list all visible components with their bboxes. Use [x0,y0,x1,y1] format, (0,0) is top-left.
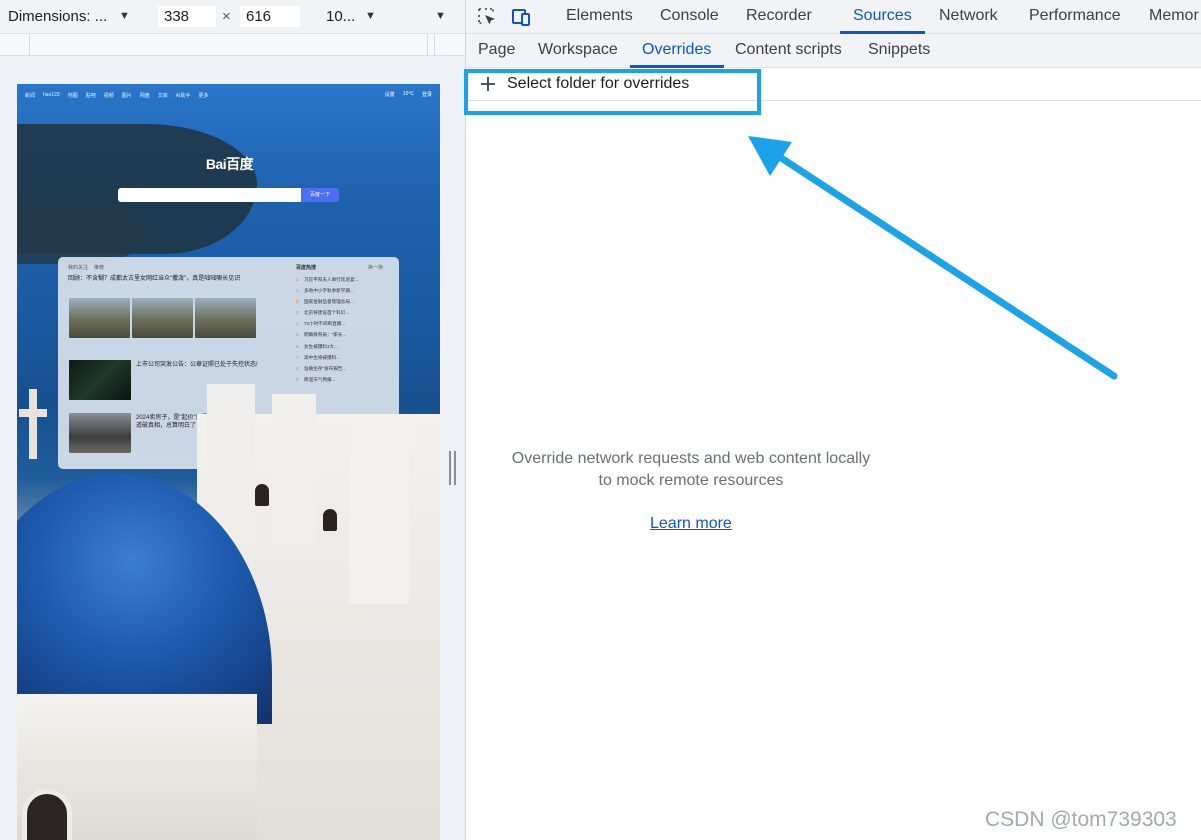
width-input[interactable]: 338 [158,6,216,27]
subtab-page[interactable]: Page [478,41,515,59]
hot-search-text: 女生被爆料3大... [304,343,338,349]
subtab-content-scripts[interactable]: Content scripts [735,41,842,59]
cross-shape [29,389,37,459]
nav-item[interactable]: 文库 [158,92,168,99]
feed-tab[interactable]: 我的关注 [68,264,88,271]
baidu-user-nav: 设置 10℃ 登录 [385,91,432,98]
tab-console[interactable]: Console [660,7,719,25]
feed-tab[interactable]: 推荐 [94,264,104,271]
hot-search-item[interactable]: 9 降温天气预报... [296,374,388,385]
tab-elements[interactable]: Elements [566,7,633,25]
more-options-caret-icon[interactable]: ▼ [435,10,446,22]
hot-search-text: 降温天气预报... [304,376,336,382]
island-shape [17,204,147,264]
bell-tower [349,414,409,604]
nav-item[interactable]: 视频 [104,92,114,99]
zoom-caret-icon[interactable]: ▼ [365,10,376,22]
feed-tabs: 我的关注 推荐 [68,264,104,271]
news-image [195,298,256,338]
height-input[interactable]: 616 [240,6,300,27]
overrides-empty-message: Override network requests and web conten… [490,448,892,492]
tab-sources[interactable]: Sources [853,7,912,25]
hot-search-item[interactable]: 8 准确生存"发布报告... [296,363,388,374]
subtab-overrides[interactable]: Overrides [642,41,711,59]
bell-tower [272,394,316,544]
resize-handle[interactable] [449,451,456,485]
device-toolbar-icon[interactable] [510,6,532,28]
hot-search-text: 明确教育局："家长... [304,332,347,338]
login-link[interactable]: 登录 [422,91,432,98]
news-image [69,298,130,338]
baidu-search-button[interactable]: 百度一下 [301,188,339,202]
baidu-top-nav: 新闻 hao123 地图 贴吧 视频 图片 网盘 文库 AI助手 更多 [17,84,440,106]
device-toolbar: Dimensions: ... ▼ 338 × 616 10... ▼ ▼ [0,0,465,34]
tab-recorder[interactable]: Recorder [746,7,812,25]
emulated-page-viewport[interactable]: 新闻 hao123 地图 贴吧 视频 图片 网盘 文库 AI助手 更多 设置 1… [17,84,440,840]
news-thumbnail[interactable] [69,413,131,453]
hot-search-item[interactable]: 5 明确教育局："家长... [296,329,388,340]
cross-shape [19,409,47,417]
hot-search-item[interactable]: 6 女生被爆料3大... [296,341,388,352]
nav-item[interactable]: 贴吧 [86,92,96,99]
baidu-search-input[interactable] [118,188,301,202]
hot-search-item[interactable]: 7 高中生将被爆料... [296,352,388,363]
hot-search-text: 72小时不间断直播... [304,321,346,327]
dimensions-dropdown[interactable]: Dimensions: ... [8,8,107,25]
tab-memory[interactable]: Memor [1149,7,1199,25]
annotation-highlight-box [464,69,761,115]
hot-refresh-link[interactable]: 换一换 [368,264,383,271]
hot-search-text: 高中生将被爆料... [304,354,340,360]
hot-search-text: 多地中小学秋季新学期... [304,288,354,294]
arched-window [22,789,72,840]
nav-item[interactable]: 地图 [68,92,78,99]
bell-shape [255,484,269,506]
nav-item[interactable]: 图片 [122,92,132,99]
hot-search-text: 国家金融监督管理总局... [304,299,354,305]
tab-network[interactable]: Network [939,7,998,25]
feed-headline[interactable]: 回顾：不含糊？成都太古里女网红当众"撒泼"，真是咄咄嘛长见识 [68,275,258,283]
bell-shape [323,509,337,531]
device-emulation-pane: Dimensions: ... ▼ 338 × 616 10... ▼ ▼ 新闻… [0,0,465,840]
nav-item[interactable]: 更多 [199,92,209,99]
hot-search-item[interactable]: 1 多地中小学秋季新学期... [296,285,388,296]
hot-search-title: 百度热搜 [296,265,317,271]
watermark: CSDN @tom739303 [985,808,1177,831]
ruler-tick [427,34,428,56]
media-query-bar [0,34,465,56]
empty-message-line: Override network requests and web conten… [511,450,871,467]
ruler-tick [29,34,30,56]
nav-item[interactable]: 设置 [385,91,395,98]
hot-search-text: 北京将建设首个科幻... [304,310,350,316]
hot-search-item[interactable]: 3 北京将建设首个科幻... [296,307,388,318]
hot-search-item[interactable]: 2 国家金融监督管理总局... [296,296,388,307]
news-title[interactable]: 上市公司突发公告：公章证照已处于失控状态! [136,361,258,369]
devtools-window: Dimensions: ... ▼ 338 × 616 10... ▼ ▼ 新闻… [0,0,1201,840]
learn-more-link[interactable]: Learn more [650,515,732,533]
nav-item[interactable]: AI助手 [176,92,191,99]
annotation-arrow-icon [748,136,1118,380]
tab-performance[interactable]: Performance [1029,7,1121,25]
zoom-dropdown[interactable]: 10... [326,8,355,25]
news-image [132,298,193,338]
hot-search-text: 习近平和夫人举行欢迎宴... [304,277,359,282]
weather-label: 10℃ [402,91,414,97]
dimensions-separator: × [222,8,231,25]
subtab-workspace[interactable]: Workspace [538,41,618,59]
nav-item[interactable]: hao123 [43,92,60,98]
hot-search-list: 1 习近平和夫人举行欢迎宴... 1 多地中小学秋季新学期... 2 国家金融监督管理… [296,274,388,385]
hot-search-item[interactable]: 4 72小时不间断直播... [296,318,388,329]
hot-search-item[interactable]: 1 习近平和夫人举行欢迎宴... [296,274,388,285]
headline-images[interactable] [69,298,256,338]
inspect-element-icon[interactable] [476,6,498,28]
nav-item[interactable]: 新闻 [25,92,35,99]
empty-message-line: to mock remote resources [598,472,784,489]
news-thumbnail[interactable] [69,360,131,400]
baidu-logo: Bai百度 [205,156,254,172]
nav-item[interactable]: 网盘 [140,92,150,99]
subtab-snippets[interactable]: Snippets [868,41,930,59]
dimensions-caret-icon[interactable]: ▼ [119,10,130,22]
pane-divider[interactable] [465,0,466,840]
hot-search-text: 准确生存"发布报告... [304,365,347,371]
ruler-tick [434,34,435,56]
